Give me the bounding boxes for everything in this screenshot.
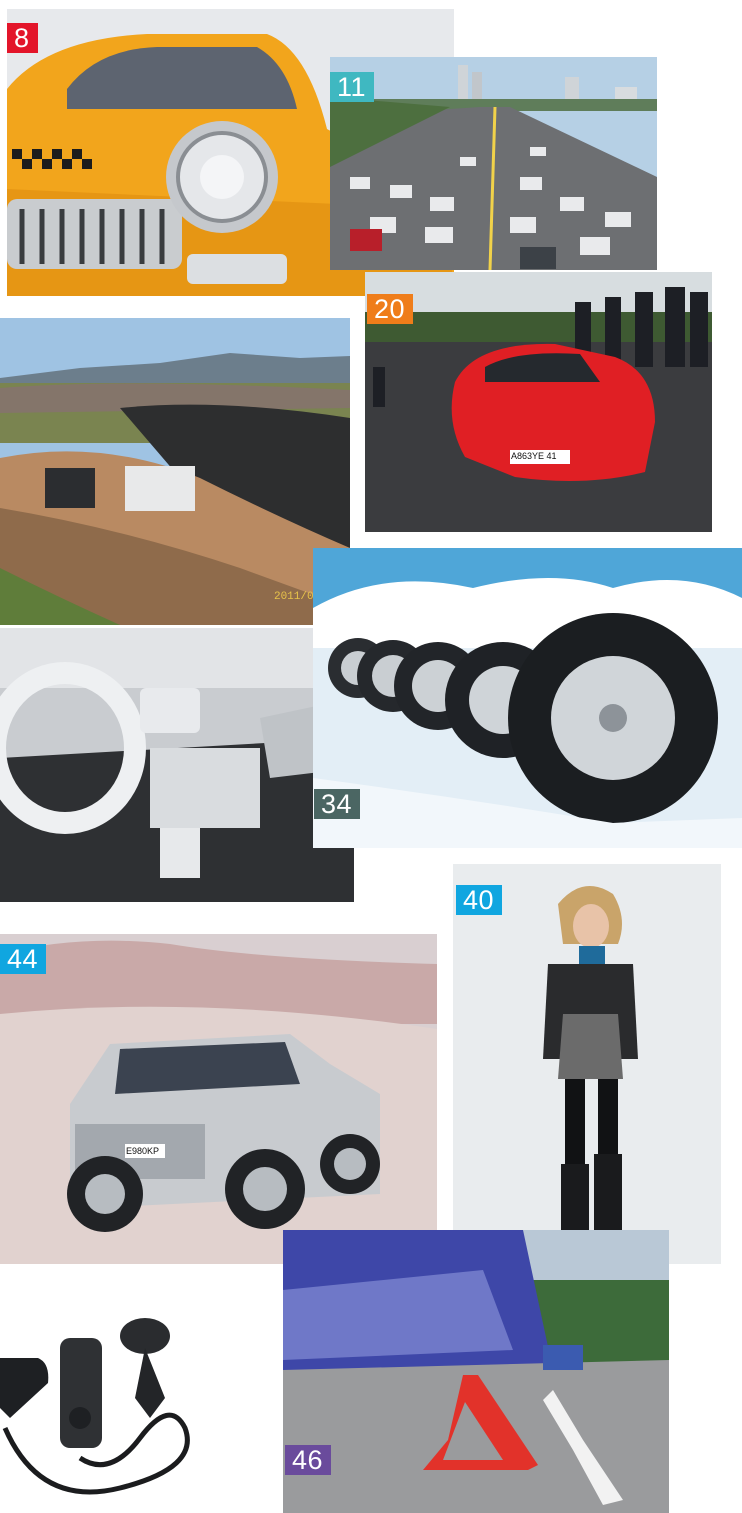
offroad-image [0,318,350,625]
winter-tires-image [313,548,742,848]
fashion-photo [453,864,721,1264]
offroad-photo: 2011/08/27 [0,318,350,625]
page-number-badge: 34 [314,789,361,819]
frozen-interior-photo [0,628,354,902]
frozen-interior-image [0,628,354,902]
page-number-badge: 11 [330,72,375,102]
drift-car-image [365,272,712,532]
warning-triangle-image [283,1230,669,1513]
page-number-badge: 40 [456,885,503,915]
page-number-badge: 44 [0,944,47,974]
traffic-image [330,57,657,270]
drift-license-plate: A863YE 41 [511,451,557,461]
page-number-badge: 46 [285,1445,332,1475]
dashcam-photo [0,1308,213,1513]
traffic-photo [330,57,657,270]
fashion-image [453,864,721,1264]
warning-triangle-photo [283,1230,669,1513]
suv-image [0,934,437,1264]
suv-photo: E980KP [0,934,437,1264]
winter-tires-photo [313,548,742,848]
drift-car-photo [365,272,712,532]
suv-license-plate: E980KP [126,1146,160,1156]
page-number-badge: 8 [7,23,38,53]
dashcam-image [0,1308,213,1513]
page-number-badge: 20 [367,294,414,324]
